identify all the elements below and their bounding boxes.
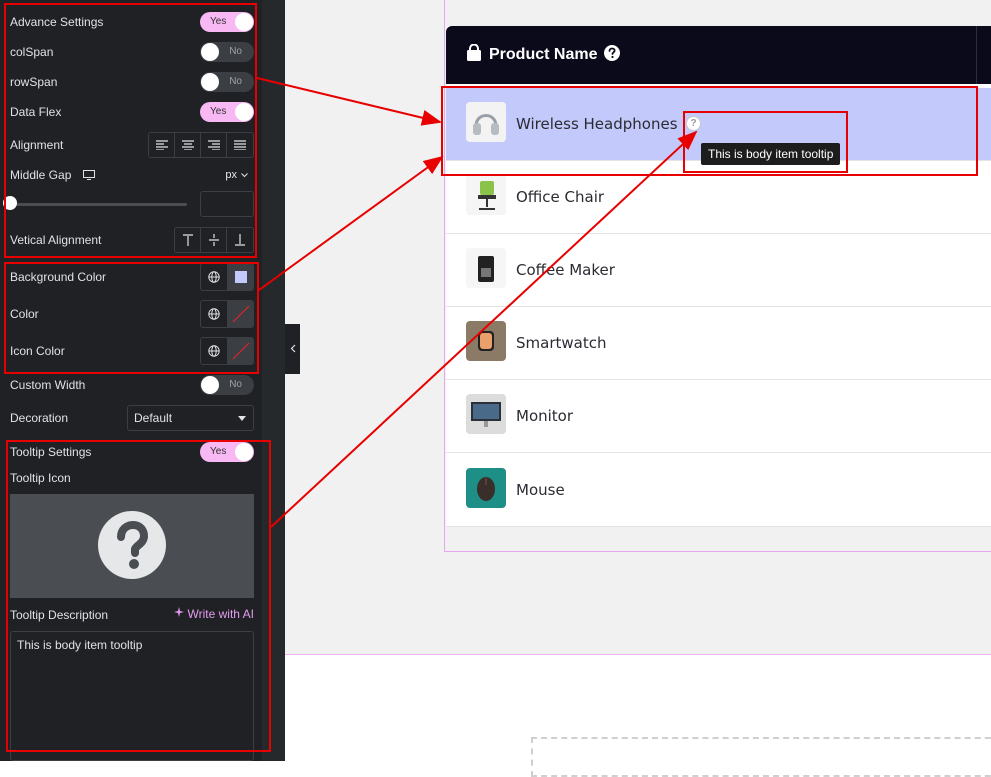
colspan-label: colSpan — [10, 45, 54, 59]
rowspan-toggle[interactable]: No — [200, 72, 254, 92]
table-header: Product Name — [446, 26, 991, 84]
tooltip-question-icon[interactable]: ? — [686, 116, 701, 131]
write-with-ai-button[interactable]: Write with AI — [173, 607, 254, 621]
chevron-down-icon — [241, 169, 248, 181]
background-color-swatch[interactable] — [227, 264, 253, 290]
decoration-label: Decoration — [10, 411, 69, 425]
globe-icon[interactable] — [201, 301, 227, 327]
color-label: Color — [10, 307, 39, 321]
caret-down-icon — [238, 416, 246, 421]
advance-settings-row: Advance Settings Yes — [10, 10, 254, 34]
icon-color-swatch-empty[interactable] — [227, 338, 253, 364]
icon-color-row: Icon Color — [10, 337, 254, 365]
rowspan-label: rowSpan — [10, 75, 58, 89]
header-cell-product-name: Product Name — [446, 43, 621, 67]
settings-panel: Advance Settings Yes colSpan No rowSpan … — [0, 0, 262, 761]
product-name: Office Chair — [516, 188, 605, 206]
align-bottom-icon[interactable] — [227, 228, 253, 252]
question-circle-icon — [97, 510, 167, 583]
middle-gap-slider-handle[interactable] — [3, 196, 17, 210]
color-swatch-empty[interactable] — [227, 301, 253, 327]
shopping-bag-icon — [466, 43, 482, 67]
vertical-alignment-row: Vetical Alignment — [10, 227, 254, 253]
product-name: Coffee Maker — [516, 261, 615, 279]
header-divider — [976, 26, 977, 84]
write-with-ai-label: Write with AI — [187, 607, 254, 621]
panel-edge — [262, 0, 285, 761]
advance-settings-label: Advance Settings — [10, 15, 104, 29]
product-thumbnail — [466, 102, 506, 142]
middle-gap-slider-track[interactable] — [10, 203, 187, 206]
product-thumbnail — [466, 248, 506, 288]
product-table: Product Name Wireless Headphones ? Offic… — [446, 26, 991, 527]
background-color-row: Background Color — [10, 263, 254, 291]
color-row: Color — [10, 300, 254, 328]
colspan-row: colSpan No — [10, 40, 254, 64]
alignment-row: Alignment — [10, 132, 254, 158]
tooltip-icon-preview[interactable] — [10, 494, 254, 598]
align-top-icon[interactable] — [175, 228, 201, 252]
tooltip-settings-row: Tooltip Settings Yes — [10, 440, 254, 464]
globe-icon[interactable] — [201, 264, 227, 290]
product-name: Wireless Headphones — [516, 115, 678, 133]
custom-width-toggle[interactable]: No — [200, 375, 254, 395]
data-flex-row: Data Flex Yes — [10, 100, 254, 124]
body-item-tooltip: This is body item tooltip — [701, 143, 841, 165]
tooltip-settings-label: Tooltip Settings — [10, 445, 92, 459]
product-thumbnail — [466, 175, 506, 215]
tooltip-settings-toggle[interactable]: Yes — [200, 442, 254, 462]
product-thumbnail — [466, 468, 506, 508]
desktop-icon[interactable] — [83, 170, 96, 180]
vertical-alignment-label: Vetical Alignment — [10, 233, 102, 247]
table-row[interactable]: Monitor — [446, 380, 991, 453]
product-name: Mouse — [516, 481, 565, 499]
alignment-label: Alignment — [10, 138, 64, 152]
colspan-toggle[interactable]: No — [200, 42, 254, 62]
decoration-selected-value: Default — [134, 411, 173, 425]
unit-label: px — [225, 169, 237, 181]
vertical-alignment-button-group — [174, 227, 254, 253]
align-right-icon[interactable] — [201, 133, 227, 157]
collapse-panel-button[interactable] — [285, 324, 300, 374]
product-name: Smartwatch — [516, 334, 607, 352]
middle-gap-row: Middle Gap px — [10, 163, 254, 187]
tooltip-description-textarea[interactable]: This is body item tooltip — [10, 631, 254, 761]
globe-icon[interactable] — [201, 338, 227, 364]
middle-gap-input[interactable] — [200, 191, 254, 217]
custom-width-label: Custom Width — [10, 378, 86, 392]
middle-gap-label: Middle Gap — [10, 168, 72, 182]
align-center-icon[interactable] — [175, 133, 201, 157]
tooltip-icon-label: Tooltip Icon — [10, 471, 71, 485]
chevron-left-icon — [290, 342, 296, 356]
header-label: Product Name — [489, 46, 598, 63]
table-row[interactable]: Smartwatch — [446, 307, 991, 380]
align-justify-icon[interactable] — [227, 133, 253, 157]
table-row[interactable]: Mouse — [446, 454, 991, 527]
alignment-button-group — [148, 132, 254, 158]
decoration-select[interactable]: Default — [127, 405, 254, 431]
tooltip-icon-row: Tooltip Icon — [10, 466, 254, 490]
drop-zone[interactable] — [531, 737, 991, 777]
data-flex-label: Data Flex — [10, 105, 62, 119]
table-row[interactable]: Office Chair — [446, 161, 991, 234]
align-middle-icon[interactable] — [201, 228, 227, 252]
align-left-icon[interactable] — [149, 133, 175, 157]
unit-selector[interactable]: px — [225, 169, 248, 181]
tooltip-description-label: Tooltip Description — [10, 608, 109, 622]
table-row[interactable]: Coffee Maker — [446, 234, 991, 307]
data-flex-toggle[interactable]: Yes — [200, 102, 254, 122]
advance-settings-toggle[interactable]: Yes — [200, 12, 254, 32]
product-name: Monitor — [516, 407, 574, 425]
product-thumbnail — [466, 321, 506, 361]
sparkle-icon — [173, 607, 185, 621]
custom-width-row: Custom Width No — [10, 373, 254, 397]
icon-color-label: Icon Color — [10, 344, 65, 358]
help-circle-icon[interactable] — [604, 44, 621, 66]
product-thumbnail — [466, 394, 506, 434]
background-color-label: Background Color — [10, 270, 107, 284]
rowspan-row: rowSpan No — [10, 70, 254, 94]
